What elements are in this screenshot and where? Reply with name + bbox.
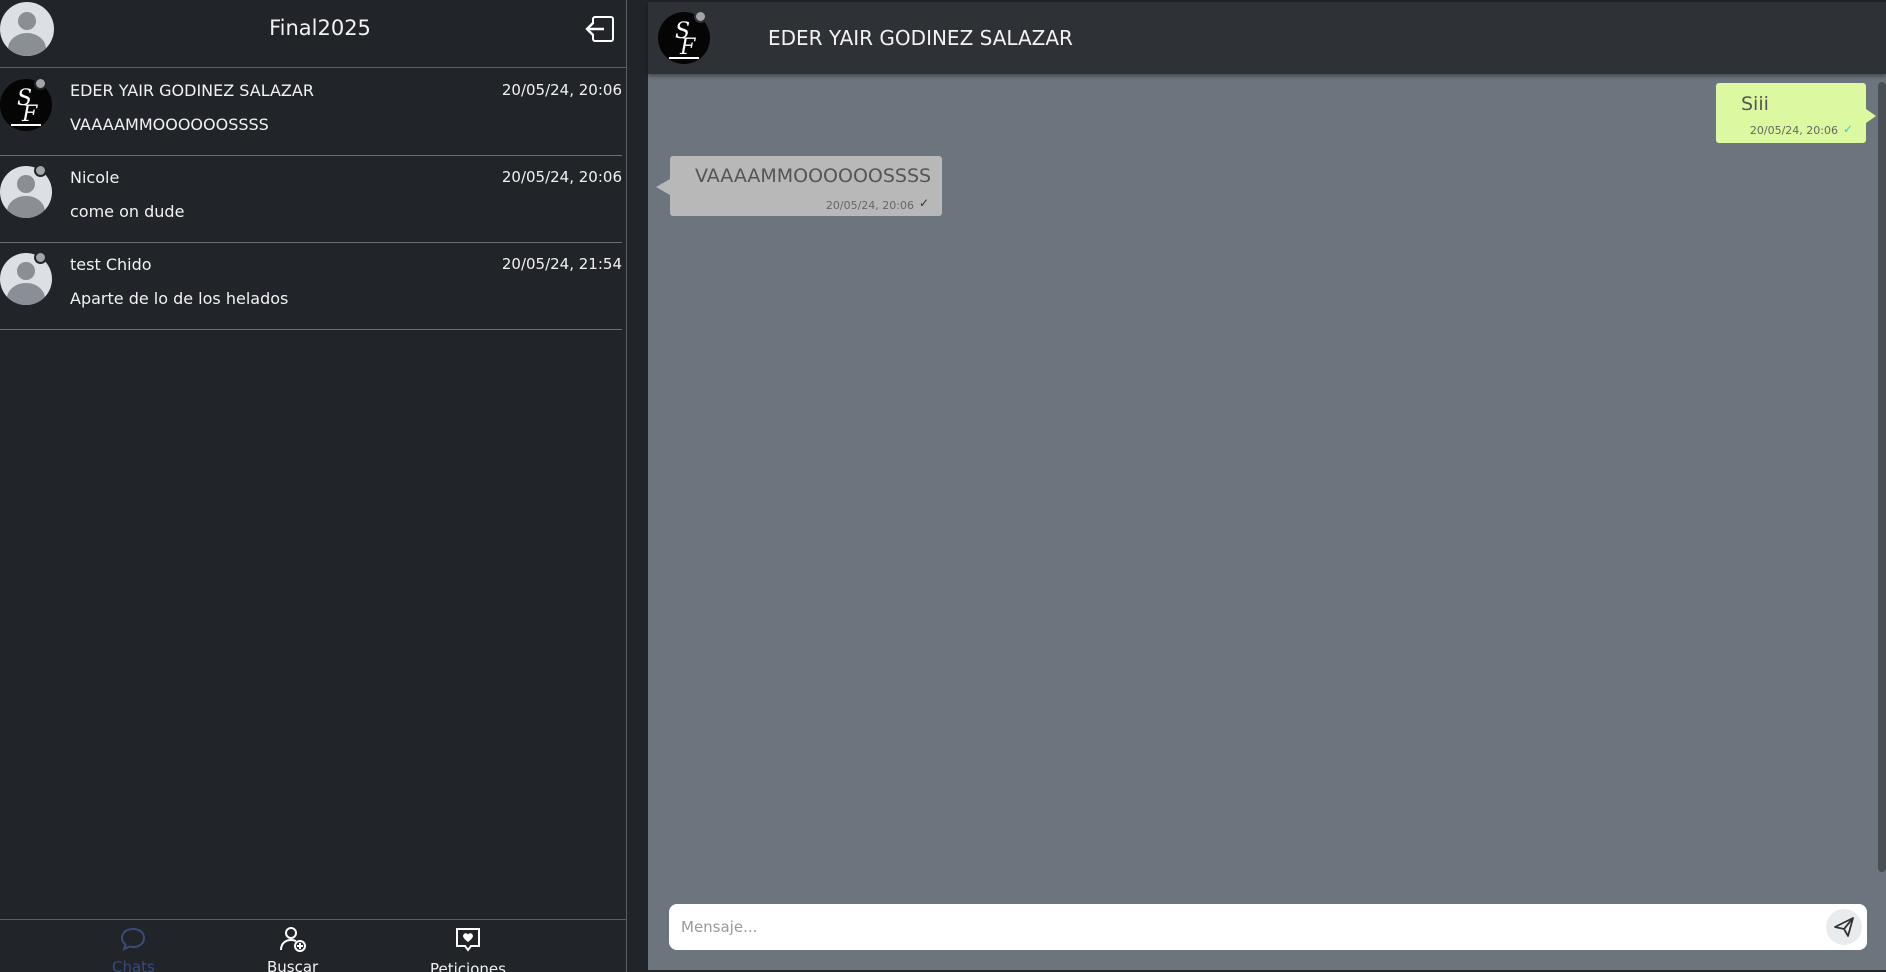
- conversation-panel: S F EDER YAIR GODINEZ SALAZAR Siii 20/05…: [648, 2, 1886, 970]
- logout-icon[interactable]: [584, 14, 616, 44]
- svg-text:F: F: [679, 35, 696, 60]
- message-time: 20/05/24, 20:06: [1749, 124, 1838, 137]
- chat-sidebar: Final2025 S F EDER YAIR GODINEZ SALAZAR …: [0, 0, 627, 972]
- scrollbar[interactable]: [1878, 82, 1886, 872]
- chat-bubble-icon: [121, 927, 146, 951]
- contact-avatar: S F: [0, 77, 52, 131]
- contact-avatar: [0, 251, 52, 305]
- profile-avatar[interactable]: [0, 2, 54, 56]
- message-text: VAAAAMMOOOOOOSSSS: [695, 165, 932, 187]
- send-icon: [1834, 917, 1854, 937]
- outgoing-message: Siii 20/05/24, 20:06 ✓: [1716, 83, 1876, 143]
- app-title: Final2025: [269, 16, 371, 40]
- chat-preview: come on dude: [70, 202, 185, 221]
- conversation-header: S F EDER YAIR GODINEZ SALAZAR: [648, 2, 1886, 74]
- message-composer: [669, 904, 1867, 950]
- heart-message-icon: [455, 928, 480, 952]
- chat-time: 20/05/24, 20:06: [501, 168, 622, 186]
- status-dot: [34, 164, 47, 177]
- conversation-title: EDER YAIR GODINEZ SALAZAR: [768, 26, 1073, 50]
- chat-list-item[interactable]: test Chido 20/05/24, 21:54 Aparte de lo …: [0, 243, 622, 330]
- chat-list-item[interactable]: Nicole 20/05/24, 20:06 come on dude: [0, 156, 622, 243]
- message-text: Siii: [1741, 93, 1769, 115]
- message-time: 20/05/24, 20:06: [825, 199, 914, 212]
- add-user-icon: [279, 927, 306, 952]
- nav-chats-label: Chats: [112, 958, 155, 972]
- status-dot: [34, 251, 47, 264]
- chat-list-item[interactable]: S F EDER YAIR GODINEZ SALAZAR 20/05/24, …: [0, 69, 622, 156]
- send-button[interactable]: [1826, 909, 1862, 945]
- nav-peticiones[interactable]: Peticiones: [430, 926, 506, 972]
- incoming-message: VAAAAMMOOOOOOSSSS 20/05/24, 20:06 ✓: [656, 156, 942, 216]
- chat-time: 20/05/24, 20:06: [501, 81, 622, 99]
- chat-name: EDER YAIR GODINEZ SALAZAR: [70, 81, 314, 100]
- chat-name: Nicole: [70, 168, 120, 187]
- nav-buscar-label: Buscar: [267, 958, 319, 972]
- status-dot: [694, 10, 707, 23]
- sent-check-icon: ✓: [918, 196, 929, 210]
- bottom-nav: Chats Buscar Peticiones: [0, 919, 627, 972]
- chat-list: S F EDER YAIR GODINEZ SALAZAR 20/05/24, …: [0, 69, 622, 330]
- status-dot: [34, 77, 47, 90]
- svg-text:F: F: [21, 102, 38, 127]
- chat-name: test Chido: [70, 255, 152, 274]
- sidebar-header: Final2025: [0, 0, 627, 68]
- message-input[interactable]: [681, 912, 1801, 942]
- contact-avatar[interactable]: S F: [658, 10, 710, 64]
- nav-peticiones-label: Peticiones: [430, 960, 506, 972]
- contact-avatar: [0, 164, 52, 218]
- nav-buscar[interactable]: Buscar: [267, 926, 318, 972]
- chat-time: 20/05/24, 21:54: [501, 255, 622, 273]
- read-check-icon: ✓: [1842, 122, 1853, 136]
- chat-preview: Aparte de lo de los helados: [70, 289, 289, 308]
- chat-preview: VAAAAMMOOOOOOSSSS: [70, 115, 269, 134]
- nav-chats[interactable]: Chats: [112, 926, 155, 972]
